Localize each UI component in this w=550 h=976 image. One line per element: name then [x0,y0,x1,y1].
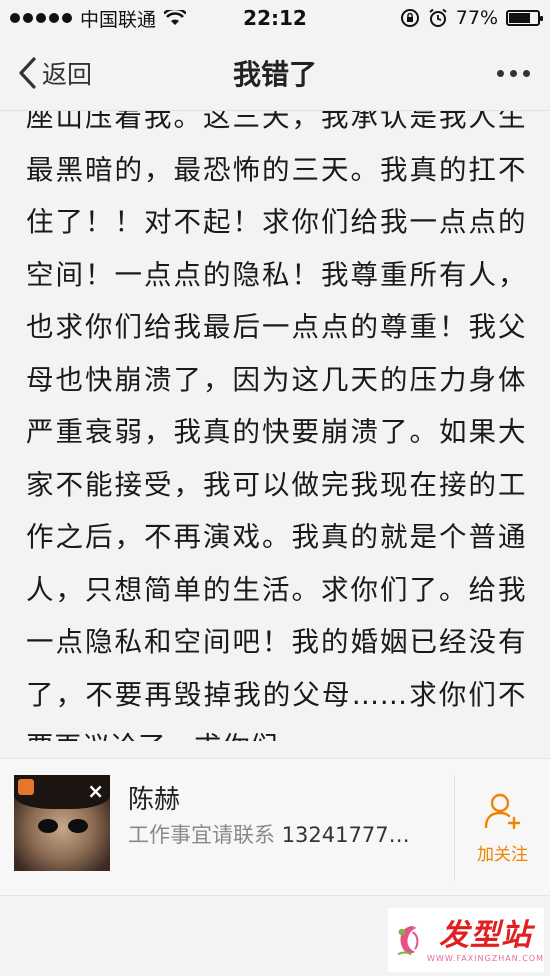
follow-label: 加关注 [477,844,528,865]
author-description: 工作事宜请联系 13241777… [128,819,434,849]
status-left: 中国联通 [0,5,187,32]
watermark-logo: 发型站 WWW.FAXINGZHAN.COM [388,908,544,972]
wifi-icon [164,10,187,25]
article-body: 座山压着我。这三天，我承认是我人生最黑暗的，最恐怖的三天。我真的扛不住了！！对不… [0,111,550,741]
badge-icon [18,779,34,795]
more-options-icon[interactable] [497,36,530,110]
battery-fill [509,13,531,23]
nav-bar: 返回 我错了 [0,36,550,111]
watermark-brand: 发型站 [439,917,532,953]
author-card[interactable]: × 陈赫 工作事宜请联系 13241777… 加关注 [0,758,550,896]
battery-percent: 77% [455,7,498,29]
battery-icon [506,10,543,26]
avatar[interactable]: × [14,775,110,871]
article-text: 座山压着我。这三天，我承认是我人生最黑暗的，最恐怖的三天。我真的扛不住了！！对不… [26,111,526,741]
author-desc-prefix: 工作事宜请联系 [128,823,282,847]
back-button[interactable]: 返回 [16,36,92,110]
status-right: 77% [400,7,550,29]
chevron-left-icon [19,57,36,89]
alarm-icon [429,8,447,27]
flower-logo-icon [397,926,419,956]
carrier-label: 中国联通 [80,8,157,31]
follow-button[interactable]: 加关注 [455,759,550,895]
signal-strength-icon [10,13,72,23]
author-name[interactable]: 陈赫 [128,779,180,816]
close-icon: × [87,779,104,803]
author-phone: 13241777… [281,823,410,847]
watermark-url: WWW.FAXINGZHAN.COM [427,953,544,963]
back-label: 返回 [42,60,93,89]
rotation-lock-icon [400,9,419,27]
status-bar: 中国联通 22:12 77% [0,0,550,36]
page-title: 我错了 [232,58,317,91]
add-user-icon [484,793,520,829]
